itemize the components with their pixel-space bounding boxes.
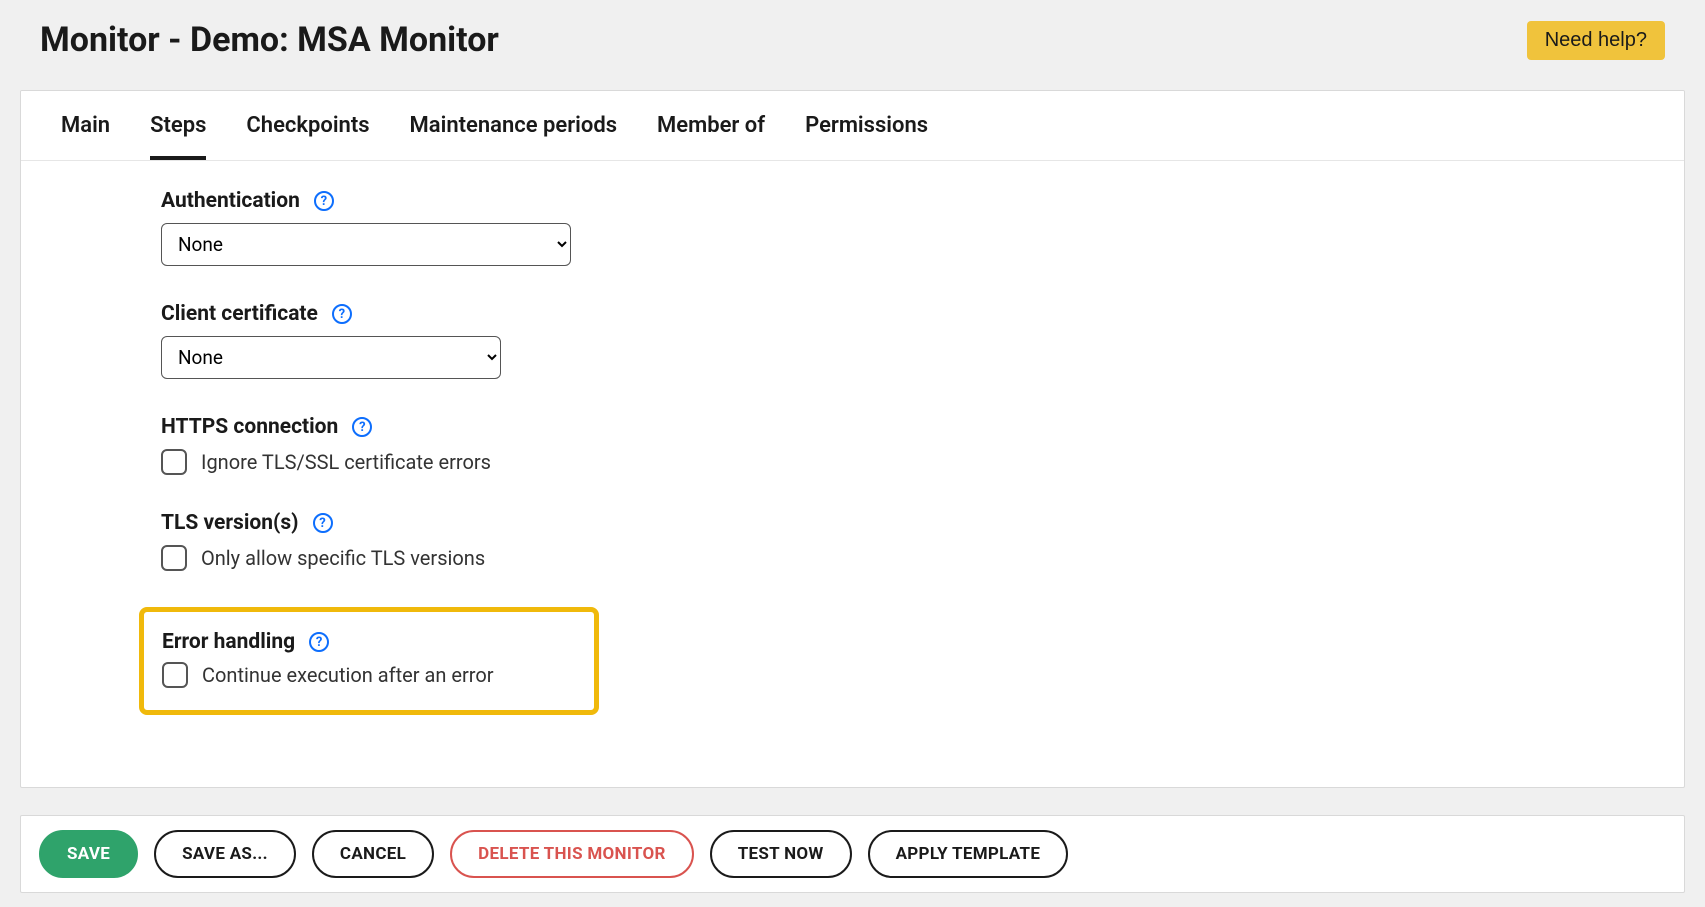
tab-member-of[interactable]: Member of	[657, 113, 765, 160]
tab-permissions[interactable]: Permissions	[805, 113, 928, 160]
need-help-button[interactable]: Need help?	[1527, 21, 1665, 60]
help-icon[interactable]: ?	[332, 304, 352, 324]
tab-content: Authentication ? None Client certificate…	[21, 161, 1684, 745]
tabs-bar: Main Steps Checkpoints Maintenance perio…	[21, 91, 1684, 161]
help-icon[interactable]: ?	[352, 417, 372, 437]
help-icon[interactable]: ?	[314, 191, 334, 211]
tls-checkbox-row: Only allow specific TLS versions	[161, 545, 1644, 571]
label-client-certificate: Client certificate	[161, 302, 318, 326]
label-authentication: Authentication	[161, 189, 300, 213]
footer-toolbar: SAVE SAVE AS... CANCEL DELETE THIS MONIT…	[20, 815, 1685, 893]
main-panel[interactable]: Main Steps Checkpoints Maintenance perio…	[20, 90, 1685, 788]
https-checkbox-row: Ignore TLS/SSL certificate errors	[161, 449, 1644, 475]
apply-template-button[interactable]: APPLY TEMPLATE	[868, 830, 1069, 878]
section-https-connection: HTTPS connection ? Ignore TLS/SSL certif…	[161, 415, 1644, 475]
section-tls-versions: TLS version(s) ? Only allow specific TLS…	[161, 511, 1644, 571]
continue-after-error-checkbox[interactable]	[162, 662, 188, 688]
test-now-button[interactable]: TEST NOW	[710, 830, 852, 878]
section-head-https-connection: HTTPS connection ?	[161, 415, 1644, 439]
header-row: Monitor - Demo: MSA Monitor Need help?	[0, 0, 1705, 90]
tab-checkpoints[interactable]: Checkpoints	[246, 113, 369, 160]
error-checkbox-row: Continue execution after an error	[162, 662, 576, 688]
help-icon[interactable]: ?	[313, 513, 333, 533]
cancel-button[interactable]: CANCEL	[312, 830, 434, 878]
save-button[interactable]: SAVE	[39, 830, 138, 878]
client-certificate-select[interactable]: None	[161, 336, 501, 379]
tab-maintenance-periods[interactable]: Maintenance periods	[410, 113, 617, 160]
label-tls-versions: TLS version(s)	[161, 511, 299, 535]
label-error-handling: Error handling	[162, 630, 295, 654]
page-title: Monitor - Demo: MSA Monitor	[40, 20, 499, 60]
tab-steps[interactable]: Steps	[150, 113, 206, 160]
tab-main[interactable]: Main	[61, 113, 110, 160]
ignore-tls-errors-checkbox[interactable]	[161, 449, 187, 475]
continue-after-error-label: Continue execution after an error	[202, 663, 494, 687]
section-client-certificate: Client certificate ? None	[161, 302, 1644, 379]
save-as-button[interactable]: SAVE AS...	[154, 830, 296, 878]
section-head-authentication: Authentication ?	[161, 189, 1644, 213]
section-head-client-certificate: Client certificate ?	[161, 302, 1644, 326]
section-head-tls-versions: TLS version(s) ?	[161, 511, 1644, 535]
section-authentication: Authentication ? None	[161, 189, 1644, 266]
section-head-error-handling: Error handling ?	[162, 630, 576, 654]
delete-monitor-button[interactable]: DELETE THIS MONITOR	[450, 830, 694, 878]
allow-specific-tls-label: Only allow specific TLS versions	[201, 546, 485, 570]
help-icon[interactable]: ?	[309, 632, 329, 652]
page-root: Monitor - Demo: MSA Monitor Need help? M…	[0, 0, 1705, 907]
authentication-select[interactable]: None	[161, 223, 571, 266]
ignore-tls-errors-label: Ignore TLS/SSL certificate errors	[201, 450, 491, 474]
label-https-connection: HTTPS connection	[161, 415, 338, 439]
allow-specific-tls-checkbox[interactable]	[161, 545, 187, 571]
error-handling-highlight: Error handling ? Continue execution afte…	[139, 607, 599, 715]
